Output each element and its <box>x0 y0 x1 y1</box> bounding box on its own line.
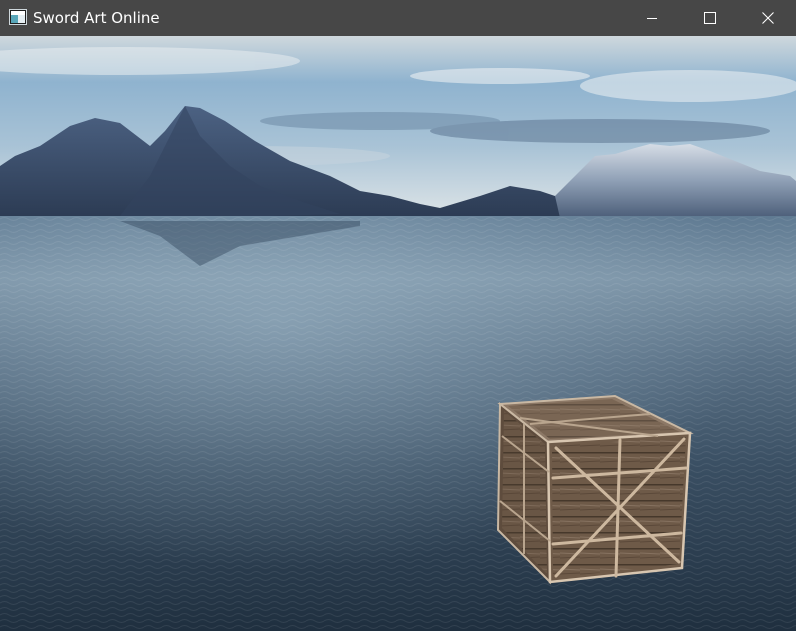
window-title: Sword Art Online <box>33 9 160 27</box>
game-window: Sword Art Online <box>0 0 796 631</box>
game-viewport[interactable] <box>0 36 796 631</box>
maximize-button[interactable] <box>681 0 739 36</box>
close-button[interactable] <box>739 0 796 36</box>
app-icon <box>9 9 27 25</box>
close-icon <box>762 12 774 24</box>
scene-canvas <box>0 36 796 631</box>
maximize-icon <box>704 12 716 24</box>
wooden-crate[interactable] <box>496 394 694 585</box>
title-bar[interactable]: Sword Art Online <box>0 0 796 36</box>
minimize-button[interactable] <box>623 0 681 36</box>
minimize-icon <box>647 18 657 19</box>
